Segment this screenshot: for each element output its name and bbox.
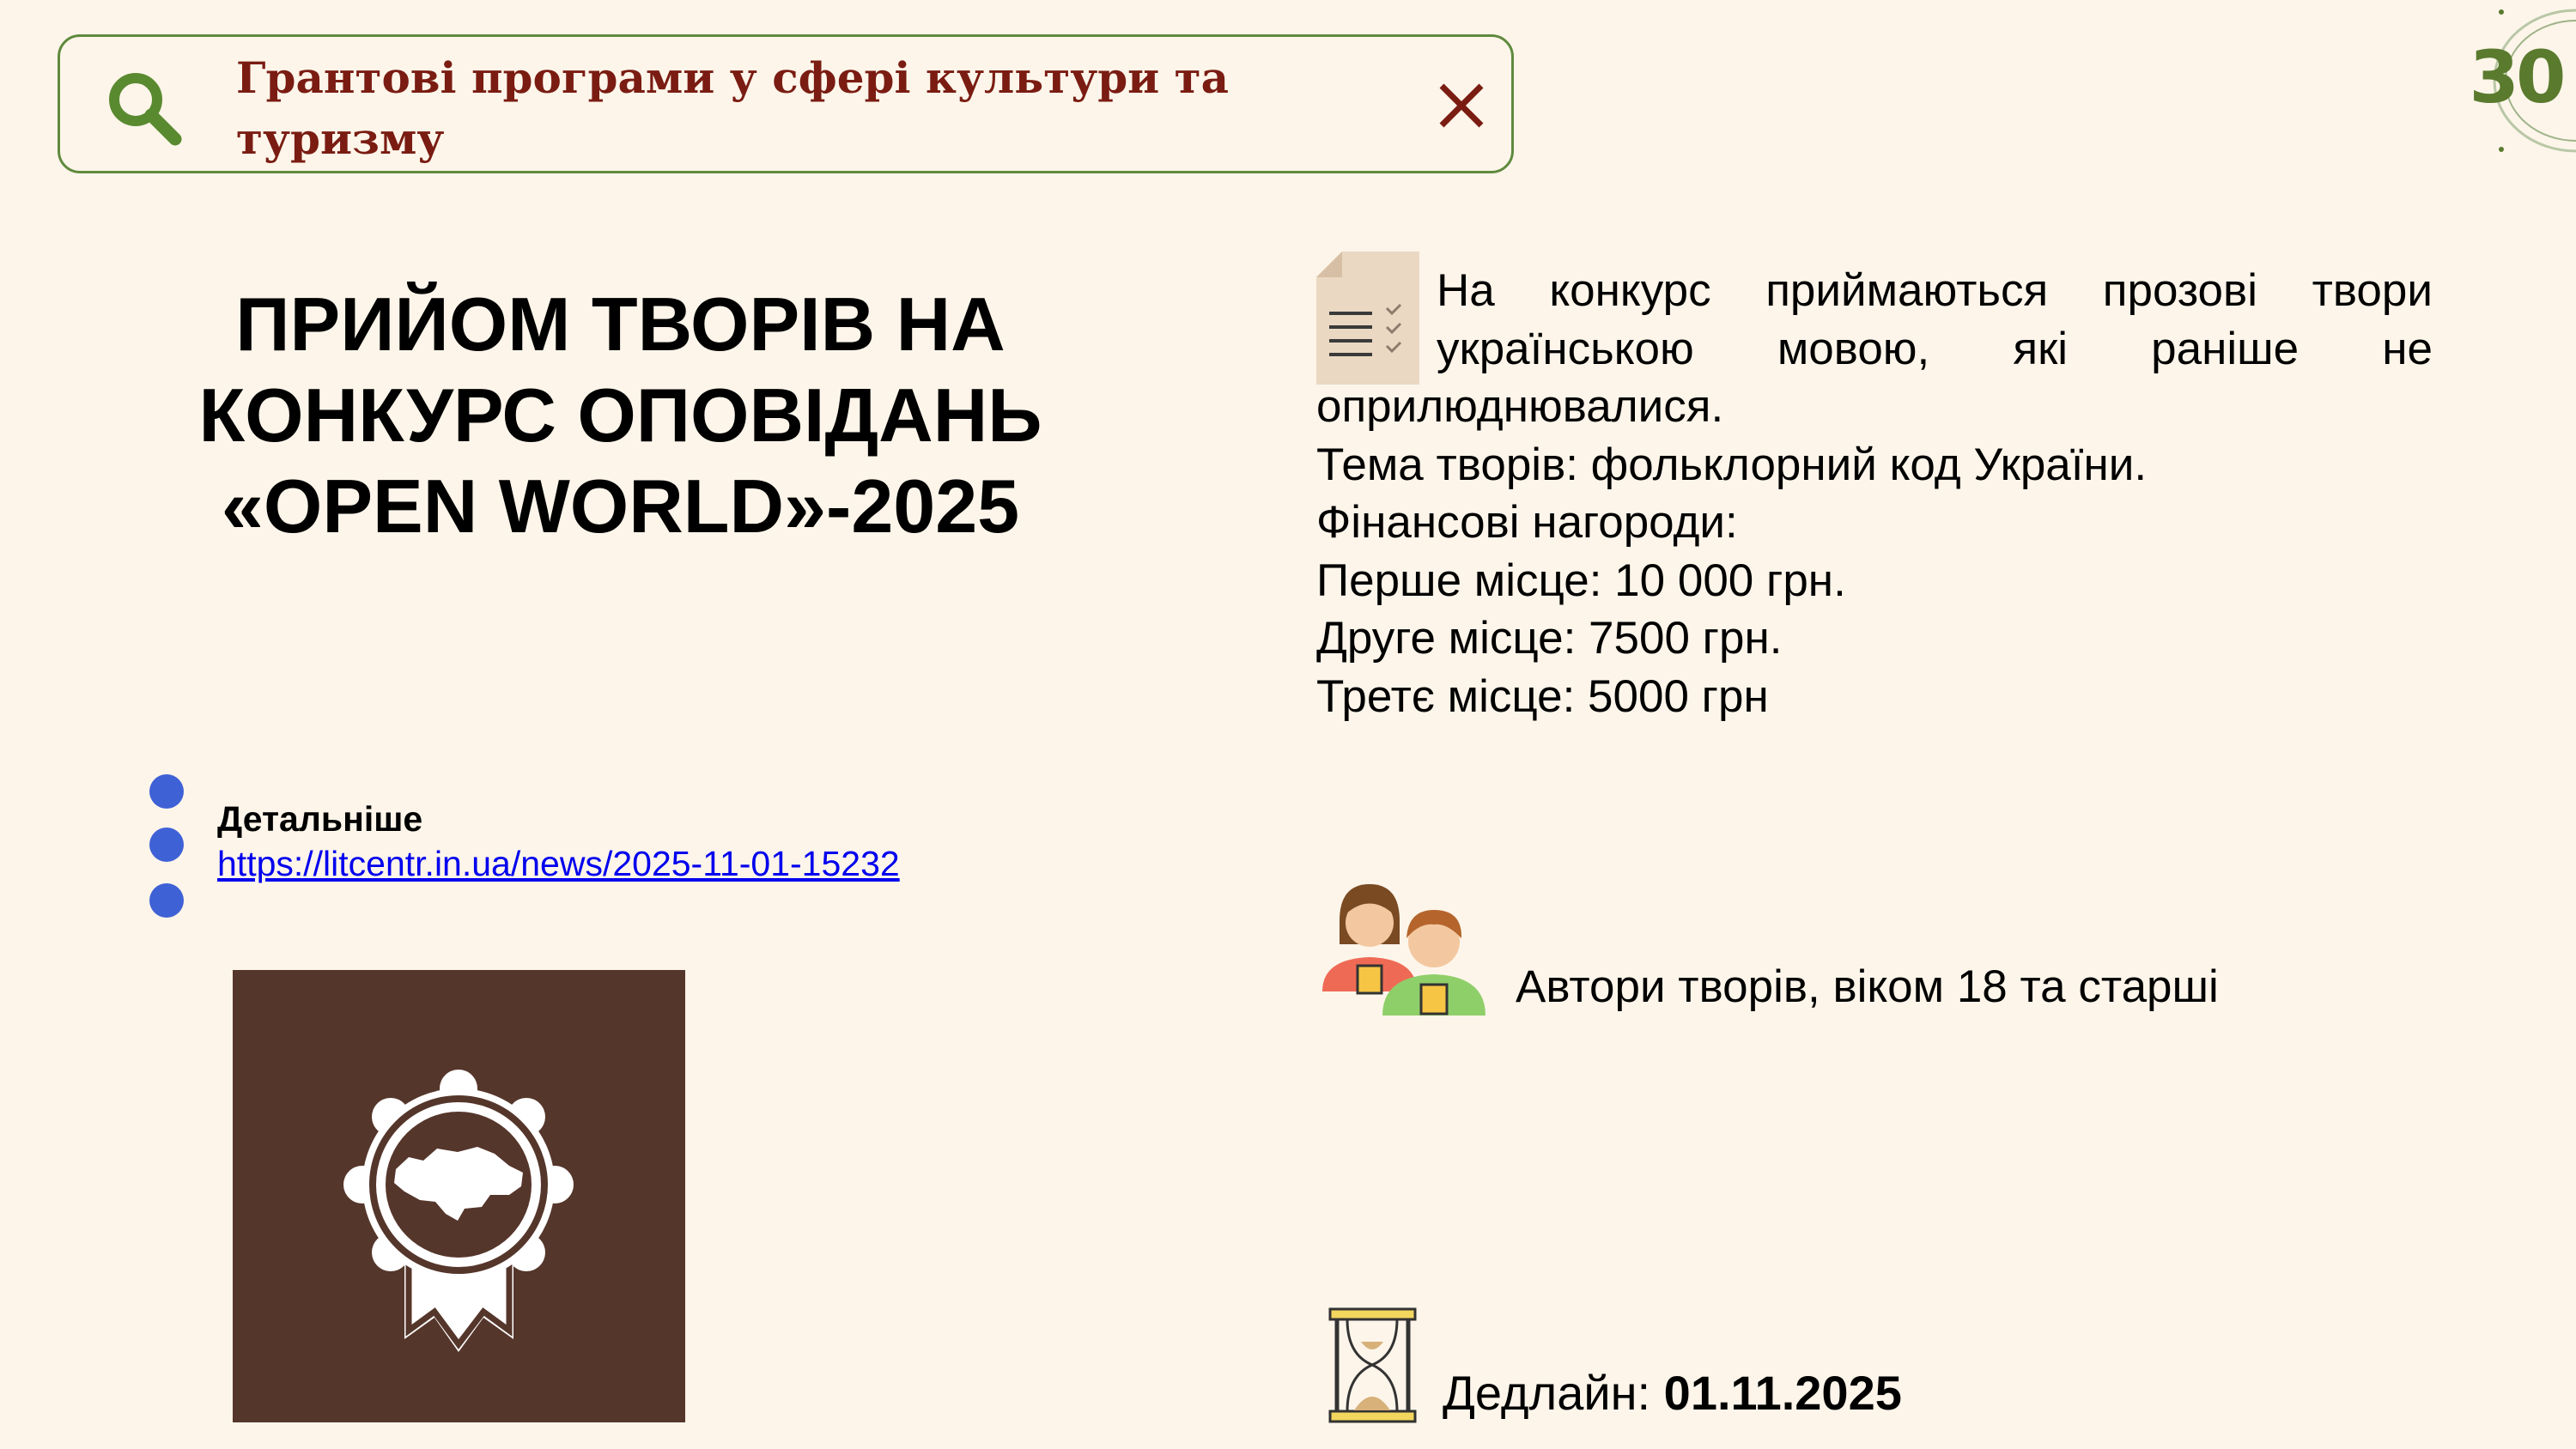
search-query-line-1: Грантові програми у сфері культури та	[236, 52, 1230, 103]
search-bar[interactable]: Грантові програми у сфері культури та ту…	[58, 34, 1514, 173]
description-line: Друге місце: 7500 грн.	[1316, 613, 1783, 664]
medal-image	[233, 970, 685, 1422]
description-line: Перше місце: 10 000 грн.	[1316, 555, 1846, 606]
title-line-3: «OPEN WORLD»-2025	[221, 464, 1020, 549]
details-label: Детальніше	[217, 799, 423, 839]
page-number: 30	[2469, 35, 2567, 119]
title-line-1: ПРИЙОМ ТВОРІВ НА	[235, 282, 1005, 367]
title-line-2: КОНКУРС ОПОВІДАНЬ	[198, 373, 1042, 458]
search-query-line-2: туризму	[236, 113, 445, 164]
authors-text: Автори творів, віком 18 та старші	[1516, 961, 2219, 1012]
medal-badge-icon	[343, 1070, 574, 1352]
page-title: ПРИЙОМ ТВОРІВ НА КОНКУРС ОПОВІДАНЬ «OPEN…	[155, 279, 1086, 552]
hourglass-icon	[1328, 1307, 1417, 1423]
description-line: Третє місце: 5000 грн	[1316, 670, 1769, 722]
search-query[interactable]: Грантові програми у сфері культури та ту…	[236, 47, 1309, 169]
details-link[interactable]: https://litcentr.in.ua/news/2025-11-01-1…	[217, 841, 900, 886]
bullet-dot	[149, 883, 184, 918]
search-icon	[109, 73, 182, 146]
people-icon	[1322, 884, 1485, 1016]
bullet-dot	[149, 774, 184, 809]
description-intro: На конкурс приймаються прозові твори укр…	[1316, 265, 2433, 432]
deadline-date: 01.11.2025	[1663, 1366, 1902, 1420]
description-line: Тема творів: фольклорний код України.	[1316, 439, 2148, 490]
close-icon[interactable]	[1431, 76, 1492, 136]
description-line: Фінансові нагороди:	[1316, 497, 1738, 548]
deadline: Дедлайн: 01.11.2025	[1443, 1365, 1902, 1422]
deadline-label: Дедлайн:	[1443, 1366, 1664, 1420]
bullet-dot	[149, 828, 184, 862]
description: На конкурс приймаються прозові твори укр…	[1316, 262, 2433, 725]
